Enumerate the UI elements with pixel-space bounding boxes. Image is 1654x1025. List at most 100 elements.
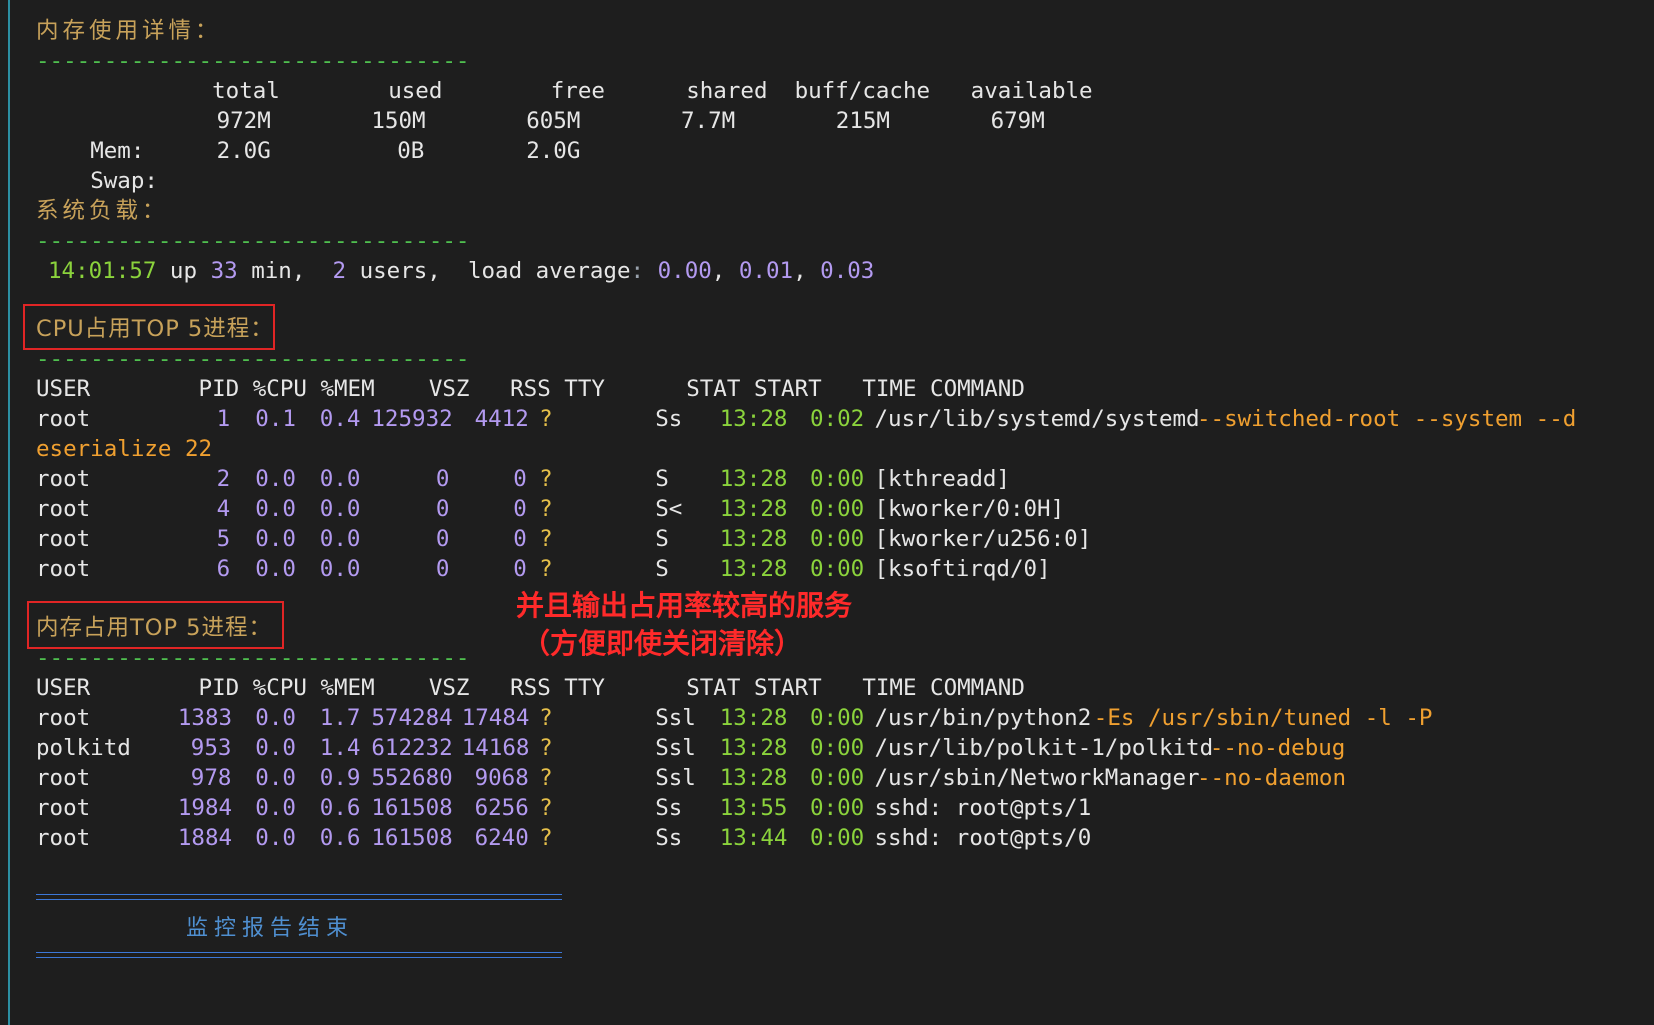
memory-table-header: total used free shared buff/cache availa… xyxy=(36,78,1093,104)
annotation-line-1: 并且输出占用率较高的服务 xyxy=(516,589,853,622)
ps-vsz: 161508 xyxy=(371,825,453,851)
ps-pid: 953 xyxy=(190,735,232,761)
uptime-up: up xyxy=(169,258,198,284)
ps-time: 0:02 xyxy=(810,406,865,432)
ps-command: /usr/sbin/NetworkManager xyxy=(874,765,1200,791)
ps-pid: 1383 xyxy=(177,705,233,731)
ps-pid: 6 xyxy=(216,556,231,582)
ps-args: -Es /usr/sbin/tuned -l -P xyxy=(1093,705,1433,731)
ps-start: 13:28 xyxy=(719,765,788,791)
ps-cpu: 0.0 xyxy=(255,765,296,791)
ps-stat: Ssl xyxy=(655,765,696,791)
ps-start: 13:28 xyxy=(719,526,788,552)
mem-value: 605M xyxy=(526,108,581,134)
ps-pid: 1 xyxy=(216,406,231,432)
ps-command: /usr/lib/polkit-1/polkitd xyxy=(874,735,1214,761)
swap-row: Swap: xyxy=(36,136,158,194)
mem-row: Mem: xyxy=(36,106,144,164)
ps-time: 0:00 xyxy=(810,496,865,522)
ps-vsz: 0 xyxy=(435,526,450,552)
ps-user: root xyxy=(36,705,91,731)
ps-rss: 0 xyxy=(513,526,527,552)
ps-start: 13:28 xyxy=(719,556,788,582)
ps-stat: Ss xyxy=(655,795,683,821)
memory-separator: -------------------------------- xyxy=(36,48,470,74)
ps-vsz: 574284 xyxy=(371,705,453,731)
ps-user: polkitd xyxy=(36,735,131,761)
swap-value: 2.0G xyxy=(216,138,271,164)
ps-command: [kworker/0:0H] xyxy=(874,496,1065,522)
uptime-users-label: users, xyxy=(359,258,441,284)
ps-time: 0:00 xyxy=(810,765,865,791)
ps-stat: S xyxy=(655,556,669,582)
ps-time: 0:00 xyxy=(810,556,865,582)
ps-rss: 0 xyxy=(513,496,527,522)
ps-cpu: 0.0 xyxy=(255,735,296,761)
ps-rss: 14168 xyxy=(461,735,530,761)
cpu-ps-header: USER PID %CPU %MEM VSZ RSS TTY STAT STAR… xyxy=(36,376,1025,402)
ps-command: /usr/bin/python2 xyxy=(874,705,1092,731)
ps-stat: Ss xyxy=(655,825,683,851)
ps-cpu: 0.0 xyxy=(255,795,296,821)
ps-tty: ? xyxy=(539,406,553,432)
ps-user: root xyxy=(36,406,91,432)
ps-cpu: 0.0 xyxy=(255,526,296,552)
uptime-users: 2 xyxy=(332,258,347,284)
ps-args: --no-debug xyxy=(1209,735,1346,761)
ps-pid: 978 xyxy=(190,765,232,791)
ps-cpu: 0.0 xyxy=(255,556,296,582)
ps-mem: 0.6 xyxy=(319,825,361,851)
ps-start: 13:28 xyxy=(719,705,788,731)
load-separator: -------------------------------- xyxy=(36,228,470,254)
ps-rss: 6240 xyxy=(474,825,529,851)
ps-pid: 4 xyxy=(216,496,231,522)
ps-mem: 1.4 xyxy=(319,735,361,761)
ps-pid: 1884 xyxy=(177,825,233,851)
end-bottom-divider xyxy=(36,952,562,958)
ps-mem: 0.0 xyxy=(319,526,361,552)
ps-vsz: 0 xyxy=(435,466,450,492)
ps-rss: 9068 xyxy=(474,765,529,791)
ps-stat: Ssl xyxy=(655,735,696,761)
ps-time: 0:00 xyxy=(810,795,865,821)
ps-time: 0:00 xyxy=(810,735,865,761)
uptime-line: 14:01:57 up 33 min, 2 users, load averag… xyxy=(48,258,875,284)
ps-user: root xyxy=(36,556,91,582)
ps-cpu: 0.0 xyxy=(255,705,296,731)
ps-command: sshd: root@pts/1 xyxy=(874,795,1092,821)
mem-ps-header: USER PID %CPU %MEM VSZ RSS TTY STAT STAR… xyxy=(36,675,1025,701)
ps-vsz: 0 xyxy=(435,496,450,522)
ps-start: 13:44 xyxy=(719,825,788,851)
ps-rss: 0 xyxy=(513,556,527,582)
ps-vsz: 161508 xyxy=(371,795,453,821)
ps-cpu: 0.0 xyxy=(255,496,296,522)
mem-value: 972M xyxy=(216,108,271,134)
ps-tty: ? xyxy=(539,735,553,761)
ps-pid: 2 xyxy=(216,466,231,492)
ps-user: root xyxy=(36,765,91,791)
load-section-title: 系统负载： xyxy=(36,198,169,224)
end-report-title: 监控报告结束 xyxy=(186,916,355,941)
ps-mem: 1.7 xyxy=(319,705,361,731)
ps-command: [kworker/u256:0] xyxy=(874,526,1092,552)
ps-start: 13:28 xyxy=(719,496,788,522)
terminal-window[interactable]: 内存使用详情： --------------------------------… xyxy=(0,0,1654,1025)
ps-tty: ? xyxy=(539,496,553,522)
mem-top-separator: -------------------------------- xyxy=(36,645,470,671)
ps-pid: 1984 xyxy=(177,795,233,821)
ps-args: --switched-root --system --d xyxy=(1197,406,1577,432)
ps-vsz: 0 xyxy=(435,556,450,582)
mem-value: 679M xyxy=(990,108,1045,134)
ps-start: 13:28 xyxy=(719,466,788,492)
ps-stat: S xyxy=(655,466,669,492)
load-avg-5: 0.01 xyxy=(738,258,794,284)
ps-rss: 0 xyxy=(513,466,527,492)
ps-tty: ? xyxy=(539,526,553,552)
swap-value: 0B xyxy=(397,138,425,164)
ps-command: sshd: root@pts/0 xyxy=(874,825,1092,851)
ps-wrap: eserialize 22 xyxy=(36,436,213,462)
ps-time: 0:00 xyxy=(810,526,865,552)
ps-time: 0:00 xyxy=(810,466,865,492)
uptime-min-label: min, xyxy=(251,258,306,284)
ps-tty: ? xyxy=(539,705,553,731)
